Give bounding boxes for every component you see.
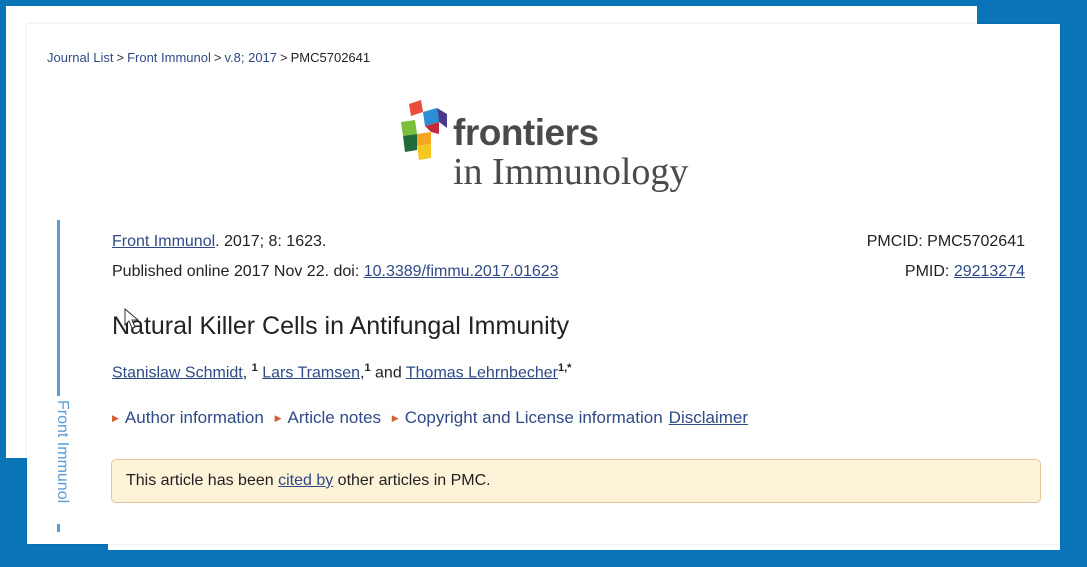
notice-suffix: other articles in PMC. <box>333 472 491 489</box>
sidebar-line <box>57 220 60 396</box>
frontiers-logo-icon <box>401 100 447 160</box>
cited-by-link[interactable]: cited by <box>278 472 333 489</box>
article-title: Natural Killer Cells in Antifungal Immun… <box>112 312 570 340</box>
pmcid-text: PMCID: PMC5702641 <box>866 233 1025 250</box>
breadcrumb-journal[interactable]: Front Immunol <box>127 50 211 65</box>
article-links: ▶ Author information ▶ Article notes ▶ Copy… <box>112 408 748 428</box>
journal-logo[interactable]: frontiers in Immunology <box>399 96 729 196</box>
pmid-line: PMID: 29213274 <box>867 257 1025 287</box>
author-separator: , <box>242 364 252 382</box>
citation-right: PMCID: PMC5702641 PMID: 29213274 <box>867 227 1025 287</box>
citation-details: . 2017; 8: 1623. <box>215 233 327 250</box>
triangle-right-icon: ▶ <box>112 413 119 423</box>
mouse-pointer-icon <box>124 308 140 329</box>
copyright-toggle[interactable]: Copyright and License information <box>405 408 663 427</box>
author-information-toggle[interactable]: Author information <box>125 408 264 427</box>
breadcrumb-journal-list[interactable]: Journal List <box>47 50 113 65</box>
author-separator: and <box>370 364 406 382</box>
article-notes-toggle[interactable]: Article notes <box>287 408 381 427</box>
cited-by-notice: This article has been cited by other art… <box>111 459 1041 503</box>
published-line: Published online 2017 Nov 22. doi: 10.33… <box>112 257 559 287</box>
breadcrumb: Journal List > Front Immunol > v.8; 2017 > PMC… <box>47 50 370 65</box>
sidebar-dash <box>57 524 60 532</box>
author-link[interactable]: Stanislaw Schmidt <box>112 364 243 381</box>
doi-link[interactable]: 10.3389/fimmu.2017.01623 <box>364 263 559 280</box>
journal-link[interactable]: Front Immunol <box>112 233 215 250</box>
triangle-right-icon: ▶ <box>274 413 282 423</box>
logo-word-immunology: in Immunology <box>453 151 689 193</box>
author-list: Stanislaw Schmidt, 1 Lars Tramsen,1 and … <box>112 362 571 382</box>
breadcrumb-separator: > <box>280 50 288 65</box>
article-page: Journal List > Front Immunol > v.8; 2017 > PMC… <box>27 24 1060 544</box>
author-affiliation-marker: 1,* <box>557 362 572 374</box>
pmid-link[interactable]: 29213274 <box>954 263 1025 280</box>
disclaimer-link[interactable]: Disclaimer <box>669 408 748 427</box>
breadcrumb-separator: > <box>116 50 125 65</box>
logo-word-frontiers: frontiers <box>453 112 599 153</box>
published-text: Published online 2017 Nov 22. doi: <box>112 263 364 280</box>
sidebar-journal-label[interactable]: Front Immunol <box>53 400 71 503</box>
citation-line: Front Immunol. 2017; 8: 1623. <box>112 227 559 257</box>
triangle-right-icon: ▶ <box>391 413 399 423</box>
pmid-label: PMID: <box>904 263 954 280</box>
breadcrumb-volume[interactable]: v.8; 2017 <box>224 50 277 65</box>
author-link[interactable]: Thomas Lehrnbecher <box>406 364 558 381</box>
breadcrumb-separator: > <box>213 50 222 65</box>
breadcrumb-current: PMC5702641 <box>290 50 371 65</box>
citation-left: Front Immunol. 2017; 8: 1623. Published … <box>112 227 559 287</box>
author-affiliation-marker: 1 <box>251 362 258 374</box>
notice-prefix: This article has been <box>126 472 279 489</box>
author-link[interactable]: Lars Tramsen <box>262 364 360 381</box>
